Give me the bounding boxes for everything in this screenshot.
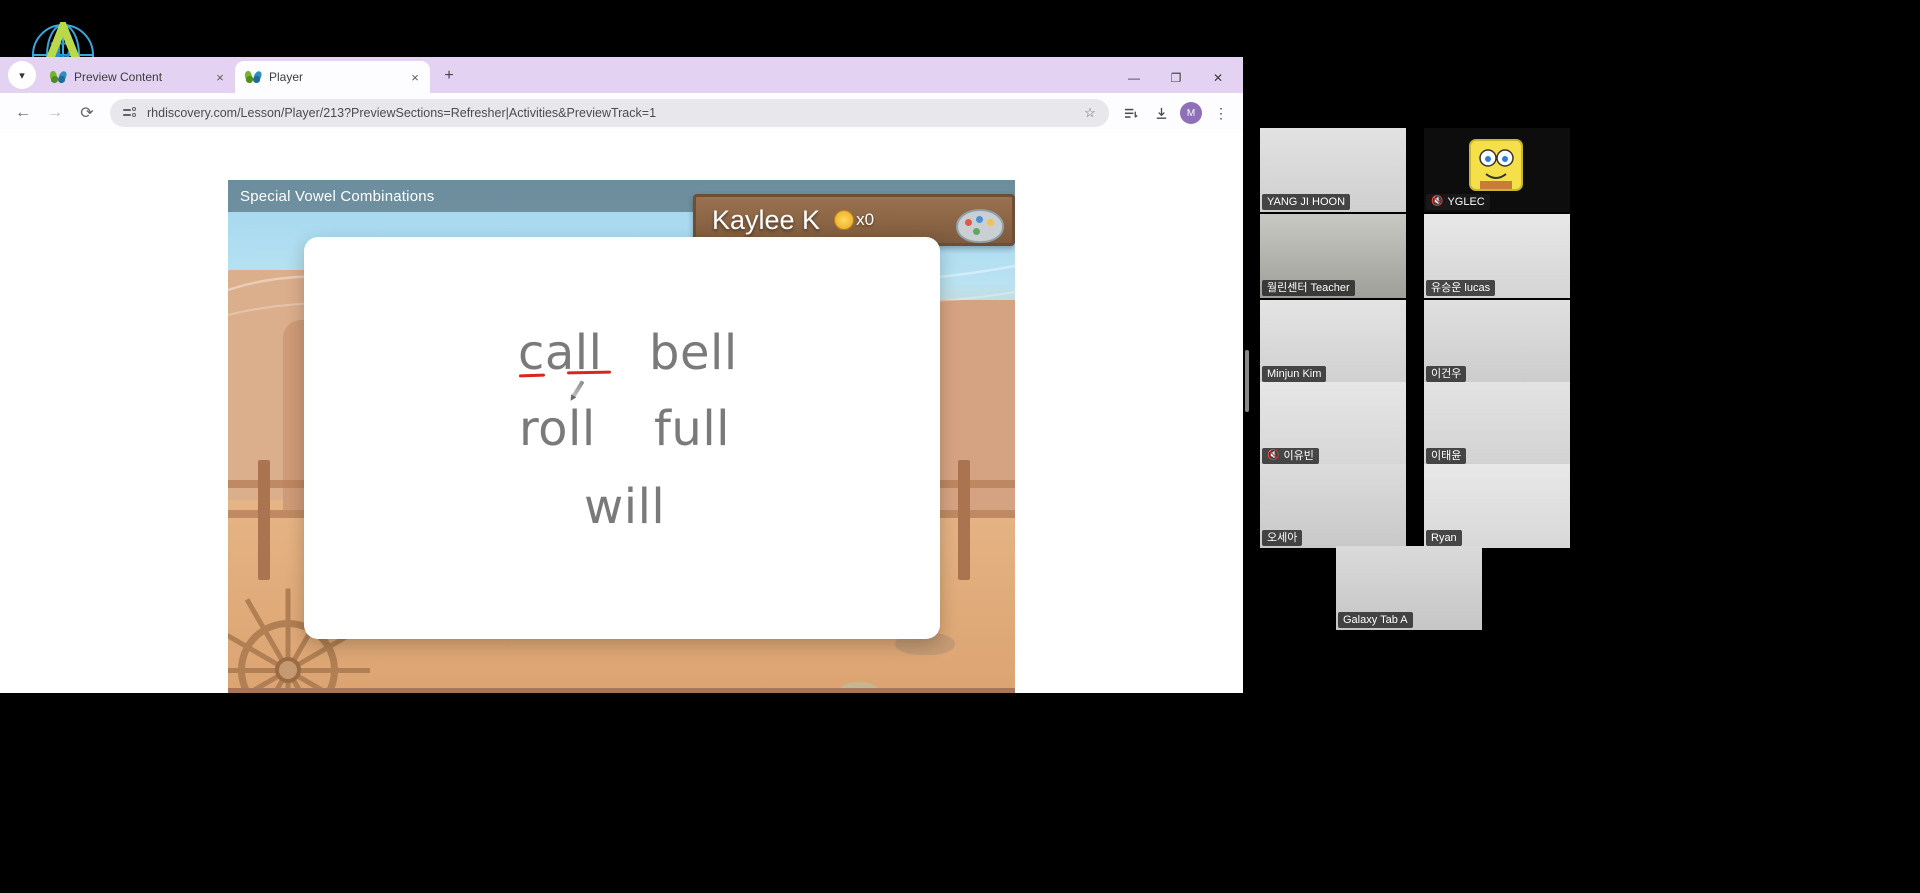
browser-toolbar: ← → ⟳ rhdiscovery.com/Lesson/Player/213?… [0,93,1243,133]
participant-name: 유승운 lucas [1431,282,1491,294]
page-viewport: Special Vowel Combinations Kaylee K x0 c… [0,133,1243,693]
bookmark-icon[interactable]: ☆ [1079,102,1101,124]
participant-label: 오세아 [1262,530,1303,546]
video-tile-ohsea[interactable]: 오세아 [1260,464,1406,548]
video-tile-galaxy-tab-a[interactable]: Galaxy Tab A [1336,546,1482,630]
participant-label: Ryan [1426,530,1462,546]
participant-name: YANG JI HOON [1267,196,1346,208]
fence-post [958,460,970,580]
tab-label: Preview Content [74,70,163,84]
new-tab-button[interactable]: + [436,63,462,89]
pencil-cursor [571,380,585,398]
word-will[interactable]: will [584,479,665,535]
page-title: Special Vowel Combinations [240,187,435,205]
participant-name: YGLEC [1447,196,1485,208]
address-bar[interactable]: rhdiscovery.com/Lesson/Player/213?Previe… [110,99,1109,127]
reading-list-icon[interactable] [1117,99,1145,127]
participant-label: 월린센터 Teacher [1262,280,1355,296]
video-tile-leeyubin[interactable]: 🔇 이유빈 [1260,382,1406,466]
tab-player[interactable]: Player × [235,61,430,93]
mic-off-icon: 🔇 [1431,196,1444,207]
participant-name: 오세아 [1267,532,1298,544]
video-tile-leetaeyoon[interactable]: 이태윤 [1424,382,1570,466]
video-tile-ryan[interactable]: Ryan [1424,464,1570,548]
close-icon[interactable]: × [211,68,229,86]
url-text[interactable]: rhdiscovery.com/Lesson/Player/213?Previe… [147,106,1070,120]
maximize-button[interactable]: ❐ [1155,63,1197,93]
scrollbar-thumb[interactable] [1245,350,1249,412]
mic-off-icon: 🔇 [1267,450,1280,461]
participant-label: Galaxy Tab A [1338,612,1413,628]
window-controls: — ❐ ✕ [1113,63,1239,93]
browser-menu-icon[interactable]: ⋮ [1207,99,1235,127]
video-tile-yglec[interactable]: 🔇 YGLEC [1424,128,1570,212]
participant-name: 이건우 [1431,368,1462,380]
word-bell[interactable]: bell [649,325,738,381]
word-full[interactable]: full [654,401,730,457]
annotation-underline [566,370,612,375]
butterfly-icon [48,69,68,85]
word-grid: call bell roll full will [304,237,940,639]
lesson-stage: Special Vowel Combinations Kaylee K x0 c… [228,180,1015,693]
participant-name: Ryan [1431,532,1457,544]
close-icon[interactable]: × [406,68,424,86]
participant-label: 🔇 YGLEC [1426,194,1490,210]
forward-icon[interactable]: → [40,98,70,128]
participant-label: 🔇 이유빈 [1262,448,1319,464]
palette-icon[interactable] [956,209,1004,243]
lesson-footer-bar: CLUB HOUSE Refresher 🐇 [228,688,1015,693]
site-settings-icon[interactable] [122,106,138,120]
video-tile-lucas[interactable]: 유승운 lucas [1424,214,1570,298]
participant-name: 이태윤 [1431,450,1462,462]
video-tile-minjun-kim[interactable]: Minjun Kim [1260,300,1406,384]
butterfly-icon [243,69,263,85]
tab-label: Player [269,70,304,84]
participant-name: 월린센터 Teacher [1267,282,1350,294]
participant-name: Galaxy Tab A [1343,614,1408,626]
coin-count: x0 [856,210,875,229]
participant-label: YANG JI HOON [1262,194,1351,210]
tab-preview-content[interactable]: Preview Content × [40,61,235,93]
player-name: Kaylee K [712,204,821,235]
back-icon[interactable]: ← [8,98,38,128]
fence-post [258,460,270,580]
close-window-button[interactable]: ✕ [1197,63,1239,93]
video-tile-yang-ji-hoon[interactable]: YANG JI HOON [1260,128,1406,212]
coin-counter: x0 [834,210,874,230]
screen: E ▾ Preview Content × Player × + — ❐ ✕ ←… [0,0,1920,893]
minimize-button[interactable]: — [1113,63,1155,93]
browser-window: ▾ Preview Content × Player × + — ❐ ✕ ← →… [0,57,1243,693]
video-participant-grid: YANG JI HOON 🔇 YGLEC 월린센터 Teacher 유승운 lu… [1256,120,1866,640]
participant-label: 이태윤 [1426,448,1467,464]
video-tile-teacher[interactable]: 월린센터 Teacher [1260,214,1406,298]
tab-strip: ▾ Preview Content × Player × + — ❐ ✕ [0,57,1243,93]
coin-icon [834,210,855,230]
word-roll[interactable]: roll [519,401,596,457]
tab-search-icon[interactable]: ▾ [8,61,36,89]
spongebob-avatar [1469,139,1523,191]
video-tile-leegeonwoo[interactable]: 이건우 [1424,300,1570,384]
participant-label: 이건우 [1426,366,1467,382]
participant-name: Minjun Kim [1267,368,1322,380]
download-icon[interactable] [1147,99,1175,127]
participant-label: 유승운 lucas [1426,280,1496,296]
activity-card: call bell roll full will [304,237,940,639]
participant-label: Minjun Kim [1262,366,1327,382]
profile-avatar[interactable]: M [1180,102,1202,124]
reload-icon[interactable]: ⟳ [72,98,102,128]
participant-name: 이유빈 [1283,450,1314,462]
